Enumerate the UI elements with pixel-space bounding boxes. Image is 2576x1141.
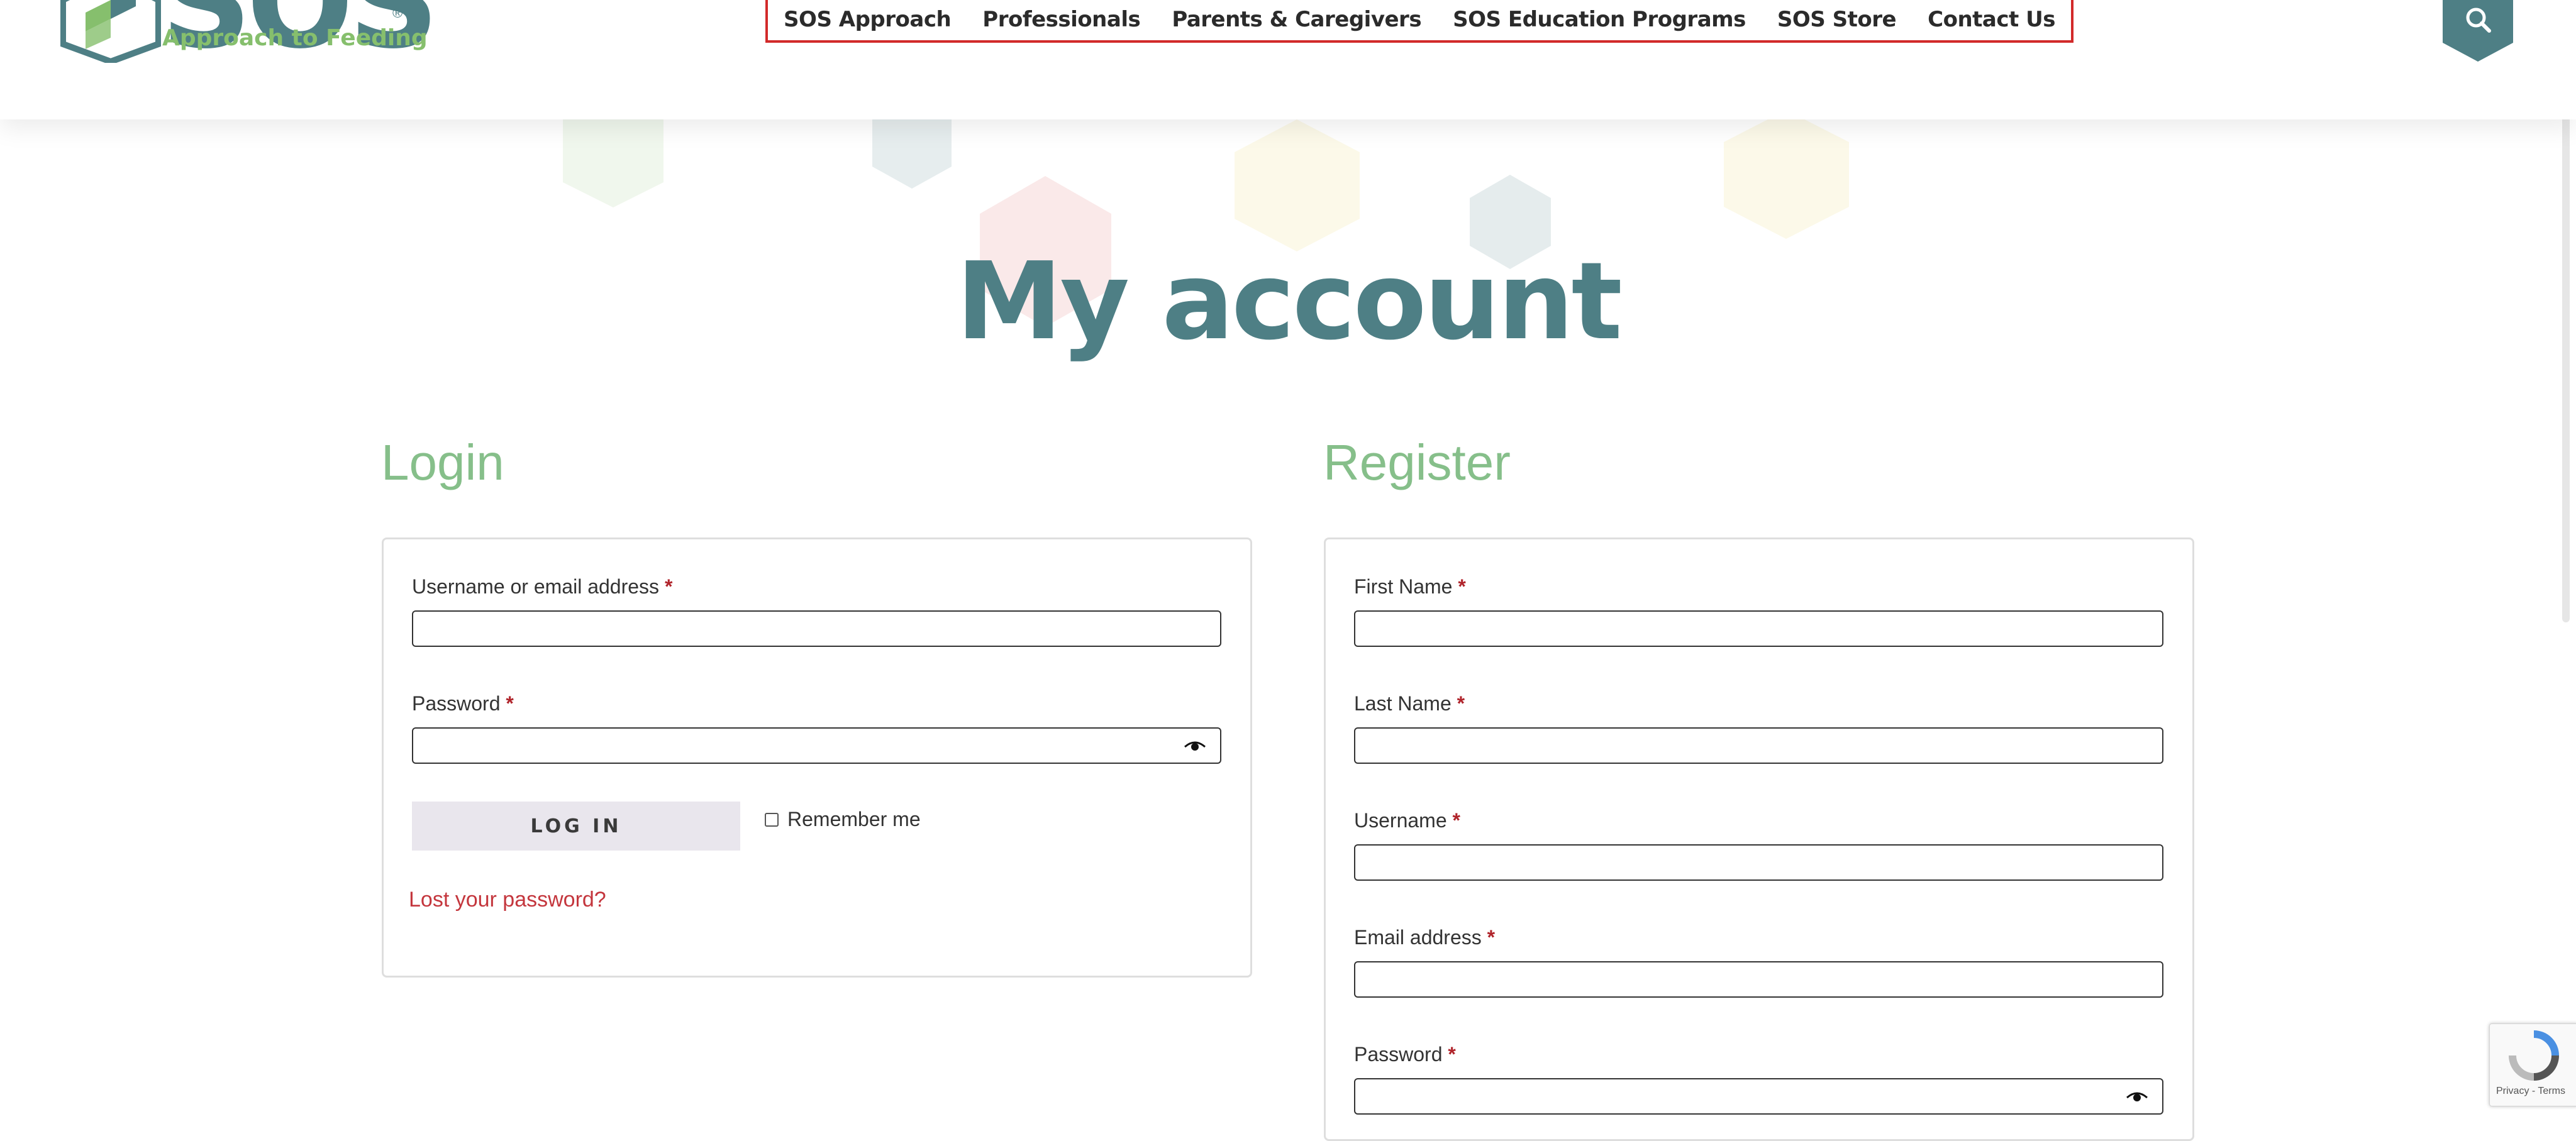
last-name-input[interactable] (1354, 727, 2163, 764)
required-mark: * (1452, 809, 1460, 832)
register-username-label: Username * (1354, 809, 1460, 832)
register-username-label-text: Username (1354, 809, 1447, 832)
nav-item-sos-approach[interactable]: SOS Approach (784, 7, 952, 32)
site-logo[interactable]: SOS ® Approach to Feeding (60, 0, 439, 82)
login-heading: Login (381, 434, 504, 490)
password-label: Password * (412, 692, 514, 715)
remember-me-checkbox[interactable] (765, 812, 779, 827)
logo-hexagon-icon (60, 0, 161, 63)
logo-tagline: Approach to Feeding (162, 25, 428, 51)
remember-me-label: Remember me (787, 808, 921, 830)
required-mark: * (1448, 1043, 1456, 1066)
email-label-text: Email address (1354, 926, 1482, 949)
page-scrollbar[interactable] (2562, 69, 2570, 622)
username-label: Username or email address * (412, 575, 672, 598)
logo-registered-mark: ® (392, 5, 403, 21)
page-title: My account (956, 240, 1623, 364)
recaptcha-links[interactable]: Privacy - Terms (2496, 1086, 2565, 1097)
nav-item-sos-store[interactable]: SOS Store (1777, 7, 1897, 32)
first-name-label-text: First Name (1354, 575, 1453, 598)
search-button[interactable] (2443, 0, 2513, 62)
register-password-input[interactable] (1354, 1078, 2163, 1115)
register-heading: Register (1323, 434, 1511, 490)
recaptcha-badge[interactable]: Privacy - Terms (2489, 1023, 2576, 1106)
username-input[interactable] (412, 610, 1221, 647)
login-button[interactable]: LOG IN (412, 802, 740, 851)
show-password-icon[interactable] (1184, 738, 1206, 753)
email-input[interactable] (1354, 961, 2163, 998)
register-username-input[interactable] (1354, 844, 2163, 881)
main-navigation: SOS Approach Professionals Parents & Car… (765, 0, 2074, 43)
register-password-label-text: Password (1354, 1043, 1443, 1066)
nav-item-contact-us[interactable]: Contact Us (1928, 7, 2055, 32)
decorative-hexagon (1235, 119, 1360, 251)
site-header: SOS ® Approach to Feeding SOS Approach P… (0, 0, 2576, 119)
nav-item-professionals[interactable]: Professionals (982, 7, 1140, 32)
required-mark: * (1458, 575, 1466, 598)
lost-password-link[interactable]: Lost your password? (409, 888, 606, 912)
required-mark: * (664, 575, 673, 598)
required-mark: * (1457, 692, 1465, 715)
recaptcha-icon (2509, 1030, 2559, 1081)
last-name-label: Last Name * (1354, 692, 1465, 715)
password-label-text: Password (412, 692, 501, 715)
nav-item-sos-education-programs[interactable]: SOS Education Programs (1453, 7, 1746, 32)
register-password-label: Password * (1354, 1043, 1456, 1066)
required-mark: * (506, 692, 514, 715)
username-label-text: Username or email address (412, 575, 660, 598)
nav-item-parents-caregivers[interactable]: Parents & Caregivers (1172, 7, 1421, 32)
last-name-label-text: Last Name (1354, 692, 1452, 715)
password-input[interactable] (412, 727, 1221, 764)
email-label: Email address * (1354, 926, 1495, 949)
first-name-input[interactable] (1354, 610, 2163, 647)
remember-me[interactable]: Remember me (765, 808, 921, 831)
first-name-label: First Name * (1354, 575, 1466, 598)
decorative-hexagon (1724, 110, 1849, 239)
register-show-password-icon[interactable] (2126, 1089, 2148, 1104)
required-mark: * (1487, 926, 1496, 949)
